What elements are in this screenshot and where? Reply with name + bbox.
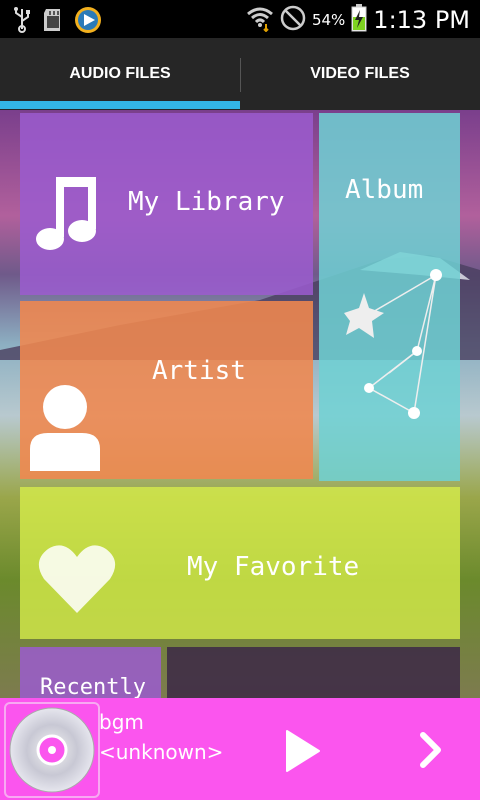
track-title: bgm [99, 710, 144, 734]
tab-label: VIDEO FILES [310, 65, 410, 82]
my-library-label: My Library [128, 187, 285, 217]
usb-icon [12, 7, 32, 37]
recently-tile[interactable]: Recently [20, 647, 161, 698]
disc-icon [8, 706, 96, 798]
my-library-tile[interactable]: My Library [20, 113, 313, 295]
recently-label: Recently [40, 675, 146, 698]
status-bar: 54% 1:13 PM [0, 0, 480, 38]
track-artist: <unknown> [99, 740, 224, 764]
now-playing-bar[interactable]: bgm <unknown> [0, 698, 480, 800]
my-favorite-label: My Favorite [187, 552, 360, 582]
album-tile[interactable]: Album [319, 113, 460, 481]
selected-tab-indicator [0, 101, 240, 109]
tab-label: AUDIO FILES [69, 65, 171, 82]
artist-label: Artist [152, 356, 246, 386]
artist-tile[interactable]: Artist [20, 301, 313, 479]
wifi-icon [246, 4, 274, 36]
album-art[interactable] [4, 702, 100, 798]
music-note-icon [30, 175, 96, 259]
tab-divider [240, 58, 241, 92]
dark-tile [167, 647, 460, 698]
notification-icons [12, 6, 102, 38]
album-label: Album [345, 175, 424, 205]
person-icon [28, 383, 102, 475]
heart-icon [38, 543, 116, 619]
next-icon[interactable] [418, 732, 444, 772]
category-grid: My Library Album Artist My Favorite Rece… [0, 110, 480, 698]
tab-audio-files[interactable]: AUDIO FILES [0, 38, 240, 110]
media-app-icon [74, 6, 102, 38]
battery-percent: 54% [311, 11, 346, 29]
my-favorite-tile[interactable]: My Favorite [20, 487, 460, 639]
constellation-icon [334, 263, 459, 437]
sd-card-icon [42, 7, 64, 37]
tab-video-files[interactable]: VIDEO FILES [240, 38, 480, 110]
battery-charging-icon [351, 4, 367, 36]
no-signal-icon [280, 5, 306, 35]
system-icons: 54% 1:13 PM [246, 4, 470, 36]
clock: 1:13 PM [373, 6, 470, 34]
play-icon[interactable] [283, 728, 323, 778]
